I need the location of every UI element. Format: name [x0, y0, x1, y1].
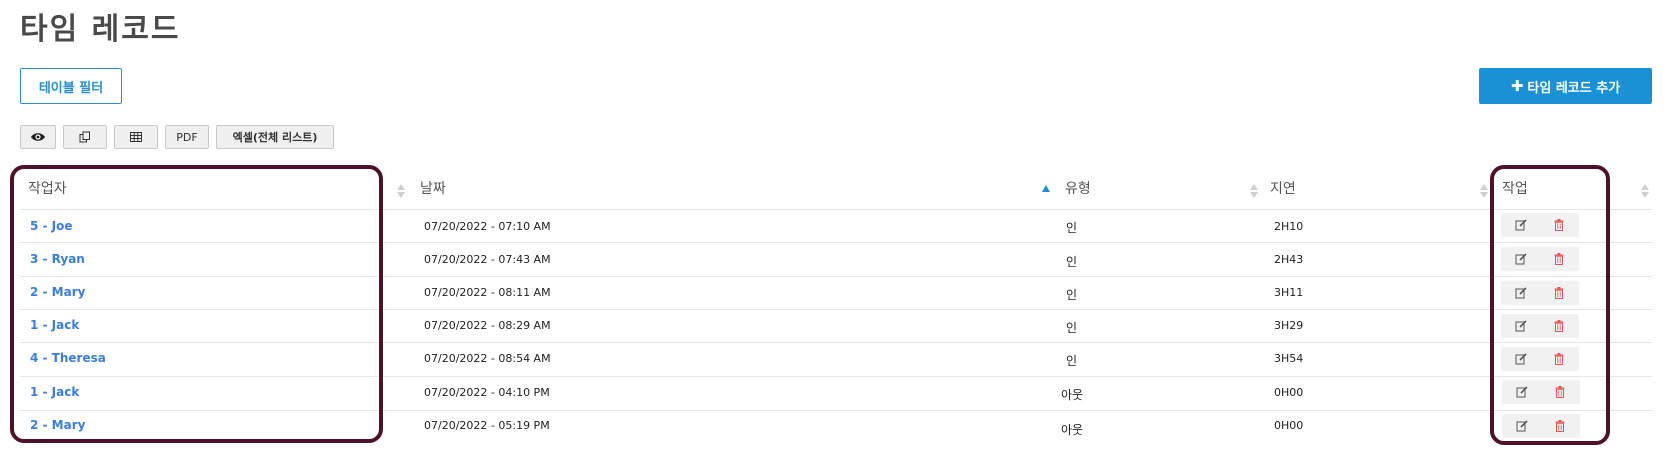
column-visibility-button[interactable] [20, 125, 56, 149]
page-title: 타임 레코드 [20, 12, 181, 47]
date-cell: 07/20/2022 - 04:10 PM [424, 386, 550, 399]
table-icon [130, 132, 142, 142]
plus-icon: ✚ [1510, 77, 1524, 95]
date-cell: 07/20/2022 - 05:19 PM [424, 419, 550, 432]
type-cell: 인 [1066, 255, 1078, 269]
eye-icon [31, 133, 45, 141]
date-cell: 07/20/2022 - 08:29 AM [424, 319, 551, 332]
sort-icon[interactable] [1479, 184, 1489, 200]
type-cell: 인 [1066, 221, 1078, 235]
sort-asc-icon[interactable] [1042, 185, 1050, 192]
worker-column-highlight [10, 165, 383, 443]
add-time-record-button[interactable]: ✚ 타임 레코드 추가 [1479, 68, 1652, 104]
column-header-date[interactable]: 날짜 [420, 178, 446, 198]
csv-button[interactable] [114, 125, 158, 149]
date-cell: 07/20/2022 - 07:43 AM [424, 253, 551, 266]
column-header-type[interactable]: 유형 [1065, 178, 1091, 198]
delay-cell: 2H10 [1274, 220, 1304, 233]
excel-button[interactable]: 엑셀(전체 리스트) [216, 125, 334, 149]
delay-cell: 0H00 [1274, 419, 1304, 432]
table-filter-button[interactable]: 테이블 필터 [20, 68, 122, 104]
delay-cell: 0H00 [1274, 386, 1304, 399]
delay-cell: 3H54 [1274, 352, 1304, 365]
type-cell: 아웃 [1061, 388, 1084, 402]
delay-cell: 3H11 [1274, 286, 1304, 299]
type-cell: 인 [1066, 354, 1078, 368]
type-cell: 인 [1066, 321, 1078, 335]
date-cell: 07/20/2022 - 07:10 AM [424, 220, 551, 233]
type-cell: 아웃 [1061, 423, 1084, 437]
sort-icon[interactable] [1640, 184, 1650, 200]
copy-button[interactable] [63, 125, 107, 149]
type-cell: 인 [1066, 288, 1078, 302]
delay-cell: 3H29 [1274, 319, 1304, 332]
copy-icon [79, 131, 90, 143]
sort-icon[interactable] [396, 184, 406, 200]
add-time-record-label: 타임 레코드 추가 [1527, 80, 1621, 96]
date-cell: 07/20/2022 - 08:11 AM [424, 286, 551, 299]
sort-icon[interactable] [1249, 184, 1259, 200]
date-cell: 07/20/2022 - 08:54 AM [424, 352, 551, 365]
pdf-button[interactable]: PDF [165, 125, 209, 149]
delay-cell: 2H43 [1274, 253, 1304, 266]
column-header-delay[interactable]: 지연 [1270, 178, 1296, 198]
actions-column-highlight [1490, 165, 1610, 445]
